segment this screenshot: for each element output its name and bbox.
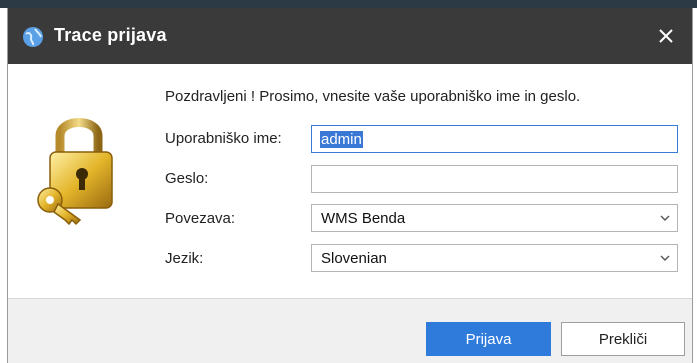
background-window-strip [0, 0, 697, 8]
password-field[interactable] [311, 165, 678, 193]
connection-select[interactable]: WMS Benda [311, 204, 678, 232]
chevron-down-icon [660, 215, 670, 221]
username-field[interactable]: admin [311, 125, 678, 153]
cancel-button[interactable]: Prekliči [561, 322, 685, 356]
globe-icon [23, 27, 43, 47]
login-button[interactable]: Prijava [426, 322, 551, 356]
lock-key-icon [37, 118, 113, 226]
connection-value: WMS Benda [321, 209, 406, 227]
close-icon [659, 29, 673, 43]
window-title: Trace prijava [54, 25, 167, 45]
username-label: Uporabniško ime: [165, 130, 282, 147]
language-label: Jezik: [165, 250, 204, 267]
language-select[interactable]: Slovenian [311, 244, 678, 272]
chevron-down-icon [660, 255, 670, 261]
password-label: Geslo: [165, 170, 209, 187]
greeting-text: Pozdravljeni ! Prosimo, vnesite vaše upo… [165, 88, 581, 105]
title-bar: Trace prijava [8, 8, 692, 64]
language-value: Slovenian [321, 249, 387, 267]
close-button[interactable] [640, 8, 692, 64]
username-value: admin [320, 130, 363, 148]
connection-label: Povezava: [165, 210, 236, 227]
login-dialog: Trace prijava Pozdravljeni ! Prosimo, vn… [7, 8, 693, 363]
